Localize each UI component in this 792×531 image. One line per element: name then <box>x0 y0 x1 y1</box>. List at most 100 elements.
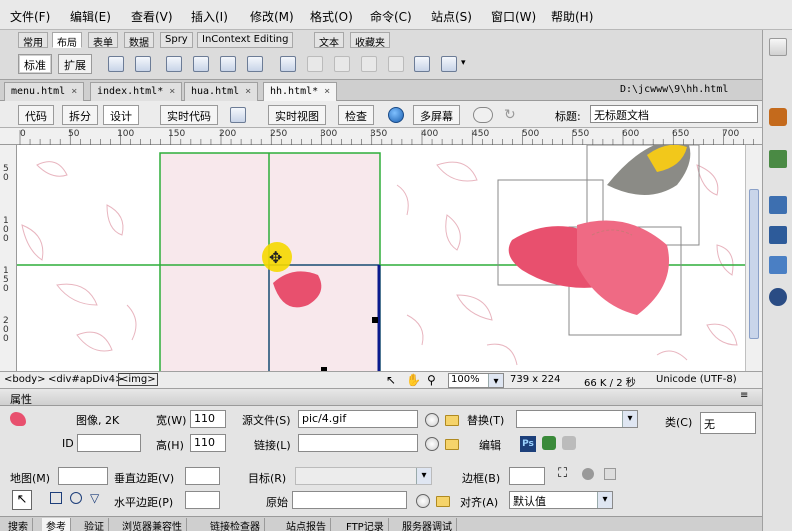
polygon-hotspot-icon[interactable]: ▽ <box>90 491 99 505</box>
layer-icon[interactable] <box>135 56 151 72</box>
tab-ftp-log[interactable]: FTP记录 <box>342 518 389 531</box>
browse-original-icon[interactable] <box>436 496 450 507</box>
title-input[interactable]: 无标题文档 <box>590 105 758 123</box>
split-view-button[interactable]: 拆分 <box>62 105 98 125</box>
tab-link-checker[interactable]: 链接检查器 <box>206 518 265 531</box>
brightness-icon[interactable] <box>582 468 594 480</box>
menu-modify[interactable]: 修改(M) <box>250 8 294 25</box>
multiscreen-button[interactable]: 多屏幕 <box>413 105 460 125</box>
src-input[interactable]: pic/4.gif <box>298 410 418 428</box>
files-icon[interactable] <box>769 226 787 244</box>
tab-validation[interactable]: 验证 <box>80 518 109 531</box>
css-styles-icon[interactable] <box>769 150 787 168</box>
scrollbar-thumb[interactable] <box>749 189 759 339</box>
point-to-file-icon[interactable] <box>425 413 439 427</box>
insert-panel-icon[interactable] <box>769 108 787 126</box>
insert-tab-favorites[interactable]: 收藏夹 <box>350 32 390 49</box>
panel-menu-icon[interactable]: ≡ <box>740 390 748 401</box>
tab-browser-compat[interactable]: 浏览器兼容性 <box>118 518 187 531</box>
code-view-button[interactable]: 代码 <box>18 105 54 125</box>
tab-search[interactable]: 搜索 <box>4 518 33 531</box>
height-input[interactable]: 110 <box>190 434 226 452</box>
validate-icon[interactable] <box>230 107 246 123</box>
point-to-link-icon[interactable] <box>425 437 439 451</box>
window-size[interactable]: 739 x 224 <box>510 374 560 385</box>
menu-file[interactable]: 文件(F) <box>10 8 50 25</box>
draw-ap-icon[interactable] <box>247 56 263 72</box>
tab-hh-html[interactable]: hh.html* × <box>263 82 338 101</box>
hotspot-rect-icon[interactable]: ⛶ <box>558 466 567 481</box>
insert-tab-data[interactable]: 数据 <box>124 32 154 49</box>
tag-div[interactable]: <div#apDiv4> <box>48 374 123 385</box>
point-to-original-icon[interactable] <box>416 494 430 508</box>
frame-icon[interactable] <box>414 56 430 72</box>
align-select[interactable]: 默认值 <box>509 491 613 509</box>
inspect-button[interactable]: 检查 <box>338 105 374 125</box>
insert-tab-layout[interactable]: 布局 <box>52 32 82 49</box>
hand-icon[interactable]: ✋ <box>406 373 421 387</box>
menu-insert[interactable]: 插入(I) <box>191 8 228 25</box>
insert-tab-text[interactable]: 文本 <box>314 32 344 49</box>
border-input[interactable] <box>509 467 545 485</box>
menu-site[interactable]: 站点(S) <box>431 8 472 25</box>
snippets-icon[interactable] <box>769 288 787 306</box>
menu-edit[interactable]: 编辑(E) <box>70 8 111 25</box>
optimize-icon[interactable] <box>542 436 556 450</box>
menu-help[interactable]: 帮助(H) <box>551 8 593 25</box>
table-icon[interactable] <box>108 56 124 72</box>
live-view-button[interactable]: 实时视图 <box>268 105 326 125</box>
vertical-scrollbar[interactable] <box>745 145 762 371</box>
map-input[interactable] <box>58 467 108 485</box>
original-input[interactable] <box>292 491 407 509</box>
menu-commands[interactable]: 命令(C) <box>370 8 412 25</box>
standard-mode-button[interactable]: 标准 <box>18 54 52 74</box>
vspace-input[interactable] <box>185 467 220 485</box>
pointer-icon[interactable]: ↖ <box>386 373 396 387</box>
ap-elements-icon[interactable] <box>769 196 787 214</box>
browse-link-icon[interactable] <box>445 439 459 450</box>
ps-icon[interactable]: Ps <box>520 436 536 452</box>
globe-icon[interactable] <box>388 107 404 123</box>
tab-server-debug[interactable]: 服务器调试 <box>398 518 457 531</box>
insert-tab-forms[interactable]: 表单 <box>88 32 118 49</box>
refresh-icon[interactable]: ↻ <box>504 107 516 123</box>
frames-menu-icon[interactable] <box>441 56 457 72</box>
sharpen-icon[interactable] <box>604 468 616 480</box>
class-select[interactable]: 无 <box>700 412 756 434</box>
ap-div-icon[interactable] <box>193 56 209 72</box>
menu-format[interactable]: 格式(O) <box>310 8 353 25</box>
alt-select[interactable] <box>516 410 638 428</box>
width-input[interactable]: 110 <box>190 410 226 428</box>
pointer-hotspot-icon[interactable]: ↖ <box>12 490 32 510</box>
hspace-input[interactable] <box>185 491 220 509</box>
tab-site-reports[interactable]: 站点报告 <box>282 518 331 531</box>
panel-options-icon[interactable] <box>769 38 787 56</box>
insert-div-icon[interactable] <box>220 56 236 72</box>
table-layout-icon[interactable] <box>280 56 296 72</box>
link-input[interactable] <box>298 434 418 452</box>
circle-hotspot-icon[interactable] <box>70 492 82 504</box>
preview-eye-icon[interactable] <box>473 107 493 123</box>
close-icon[interactable]: × <box>324 86 330 97</box>
close-icon[interactable]: × <box>169 86 175 97</box>
zoom-icon[interactable]: ⚲ <box>427 373 436 387</box>
div-icon[interactable] <box>166 56 182 72</box>
expanded-mode-button[interactable]: 扩展 <box>58 54 92 74</box>
zoom-select[interactable]: 100% <box>448 373 504 388</box>
rect-hotspot-icon[interactable] <box>50 492 62 504</box>
insert-tab-common[interactable]: 常用 <box>18 32 48 49</box>
tab-hua-html[interactable]: hua.html × <box>184 82 259 101</box>
close-icon[interactable]: × <box>245 86 251 97</box>
design-view-button[interactable]: 设计 <box>103 105 139 125</box>
chevron-down-icon[interactable]: ▾ <box>461 58 466 68</box>
browse-folder-icon[interactable] <box>445 415 459 426</box>
tab-menu-html[interactable]: menu.html × <box>4 82 85 101</box>
id-input[interactable] <box>77 434 141 452</box>
assets-icon[interactable] <box>769 256 787 274</box>
menu-view[interactable]: 查看(V) <box>131 8 173 25</box>
tab-index-html[interactable]: index.html* × <box>90 82 183 101</box>
insert-tab-incontext[interactable]: InContext Editing <box>197 32 294 48</box>
properties-header[interactable]: 属性 ≡ <box>0 389 762 406</box>
insert-tab-spry[interactable]: Spry <box>160 32 193 48</box>
tag-body[interactable]: <body> <box>4 374 46 385</box>
